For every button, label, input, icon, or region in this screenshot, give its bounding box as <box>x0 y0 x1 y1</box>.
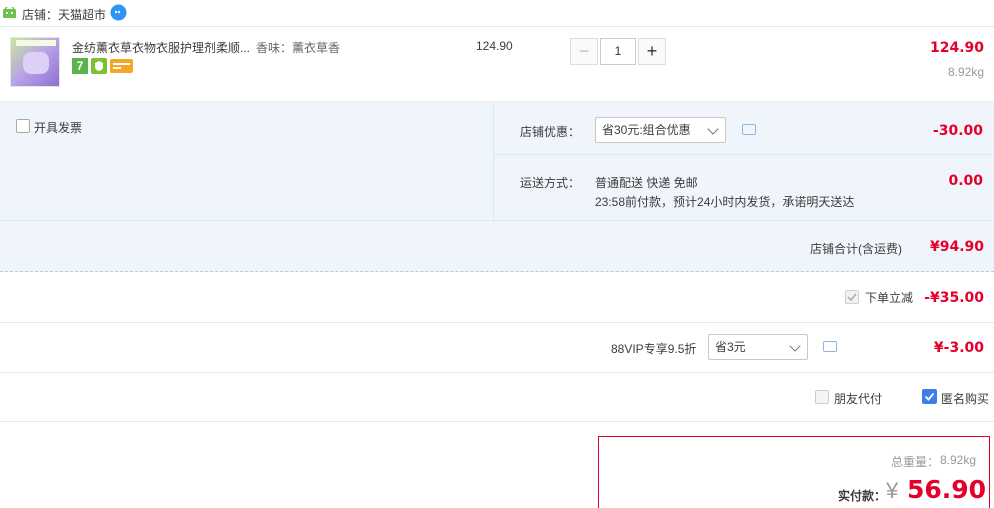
item-subtotal: 124.90 <box>929 40 984 56</box>
vip-discount-value: 省3元 <box>715 340 746 354</box>
total-weight: 8.92kg <box>940 453 977 467</box>
shop-header: 店铺： 天猫超市 <box>0 0 994 26</box>
cart-item-row <box>0 26 994 102</box>
pay-currency: ¥ <box>886 478 899 503</box>
instant-discount-amount: -¥35.00 <box>924 290 984 306</box>
shop-discount-amount: -30.00 <box>932 123 983 139</box>
quantity-stepper: − 1 + <box>570 38 666 65</box>
message-icon[interactable] <box>742 124 756 135</box>
shop-total-label: 店铺合计(含运费) <box>810 242 902 256</box>
vip-discount-select[interactable]: 省3元 <box>708 334 808 360</box>
shop-discount-value: 省30元:组合优惠 <box>602 123 691 137</box>
friend-pay-checkbox[interactable] <box>815 390 829 404</box>
divider <box>494 154 994 155</box>
instant-discount-label: 下单立减 <box>865 291 914 305</box>
shop-label: 店铺： <box>22 8 59 22</box>
product-thumbnail[interactable] <box>10 37 60 87</box>
increase-button[interactable]: + <box>638 38 666 65</box>
shipping-amount: 0.00 <box>948 173 983 189</box>
decrease-button[interactable]: − <box>570 38 598 65</box>
tmall-shop-icon <box>3 6 16 18</box>
anonymous-checkbox[interactable] <box>922 389 937 404</box>
invoice-label[interactable]: 开具发票 <box>34 119 82 136</box>
instant-discount-checkbox[interactable] <box>845 290 859 304</box>
unit-price: 124.90 <box>476 39 513 53</box>
shop-discount-select[interactable]: 省30元:组合优惠 <box>595 117 726 143</box>
vip-discount-amount: ¥-3.00 <box>933 340 984 356</box>
divider <box>493 102 494 220</box>
invoice-checkbox[interactable] <box>16 119 30 133</box>
product-title[interactable]: 金纺薰衣草衣物衣服护理剂柔顺... <box>72 39 250 56</box>
shipping-promise: 23:58前付款，预计24小时内发货，承诺明天送达 <box>595 195 855 209</box>
chat-bubble-icon[interactable] <box>110 4 127 21</box>
chevron-down-icon <box>707 123 719 135</box>
anonymous-label[interactable]: 匿名购买 <box>941 390 989 407</box>
shop-discount-label: 店铺优惠： <box>520 125 581 139</box>
divider <box>0 372 994 373</box>
vip-label: 88VIP专享9.5折 <box>611 342 697 356</box>
friend-pay-label[interactable]: 朋友代付 <box>834 390 882 407</box>
product-sku: 香味：薰衣草香 <box>256 41 341 55</box>
chevron-down-icon <box>789 340 801 352</box>
total-weight-label: 总重量： <box>891 455 940 469</box>
seven-day-return-icon[interactable]: 7 <box>72 58 88 74</box>
divider <box>0 322 994 323</box>
shop-name[interactable]: 天猫超市 <box>58 6 106 23</box>
message-icon[interactable] <box>823 341 837 352</box>
credit-card-icon[interactable] <box>110 59 133 73</box>
shipping-label: 运送方式： <box>520 176 581 190</box>
guarantee-badge-icon[interactable] <box>91 58 107 74</box>
shop-total-amount: ¥94.90 <box>929 239 984 255</box>
divider <box>0 220 994 221</box>
shipping-method: 普通配送 快递 免邮 <box>595 176 698 190</box>
item-weight: 8.92kg <box>947 65 984 79</box>
pay-label: 实付款： <box>838 489 887 503</box>
pay-amount: 56.90 <box>907 475 987 504</box>
divider <box>0 421 994 422</box>
quantity-input[interactable]: 1 <box>600 38 636 65</box>
